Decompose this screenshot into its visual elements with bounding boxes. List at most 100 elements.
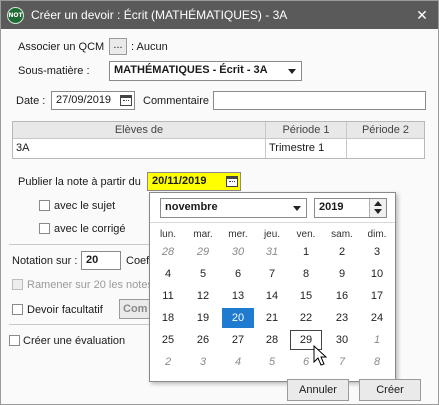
students-table: Elèves de Période 1 Période 2 3A Trimest…: [12, 121, 425, 159]
calendar-day[interactable]: 18: [152, 308, 184, 328]
qcm-select-button[interactable]: ...: [109, 38, 127, 55]
calendar-day[interactable]: 11: [152, 286, 184, 306]
calendar-icon[interactable]: [226, 176, 238, 187]
calendar-day[interactable]: 12: [187, 286, 219, 306]
creer-evaluation-checkbox[interactable]: [9, 335, 20, 346]
date-value: 27/09/2019: [56, 94, 112, 106]
weekday-label: lun.: [159, 229, 177, 240]
calendar-day[interactable]: 30: [222, 242, 254, 262]
ramener-checkbox[interactable]: [12, 279, 23, 290]
calendar-day[interactable]: 14: [256, 286, 288, 306]
coef-label: Coef: [126, 255, 150, 267]
sous-matiere-value: MATHÉMATIQUES - Écrit - 3A: [114, 64, 268, 76]
sous-matiere-label: Sous-matière :: [18, 65, 90, 77]
table-cell-periode-1[interactable]: Trimestre 1: [266, 139, 347, 158]
month-value: novembre: [165, 201, 218, 213]
date-label: Date :: [16, 95, 46, 107]
column-header-eleves[interactable]: Elèves de: [13, 122, 266, 139]
chevron-down-icon: [288, 69, 296, 74]
calendar-day[interactable]: 25: [152, 330, 184, 350]
commentaire-field[interactable]: [213, 91, 426, 110]
calendar-day[interactable]: 24: [361, 308, 393, 328]
table-cell-periode-2[interactable]: [347, 139, 424, 158]
weekday-label: jeu.: [263, 229, 281, 240]
qcm-value: : Aucun: [131, 41, 168, 53]
calendar-day[interactable]: 7: [326, 352, 358, 372]
calendar-day[interactable]: 29: [187, 242, 219, 262]
year-value: 2019: [319, 201, 344, 213]
avec-sujet-label: avec le sujet: [54, 200, 116, 212]
calendar-day[interactable]: 8: [290, 264, 322, 284]
calendar-day[interactable]: 4: [222, 352, 254, 372]
weekday-label: mar.: [193, 229, 213, 240]
calendar-day[interactable]: 21: [256, 308, 288, 328]
divider: [9, 244, 149, 245]
divider: [9, 324, 149, 325]
publish-label: Publier la note à partir du: [18, 176, 141, 188]
calendar-day[interactable]: 3: [187, 352, 219, 372]
column-header-periode-1[interactable]: Période 1: [266, 122, 347, 139]
calendar-day[interactable]: 15: [290, 286, 322, 306]
window-title: Créer un devoir : Écrit (MATHÉMATIQUES) …: [31, 8, 288, 22]
publish-date-value: 20/11/2019: [152, 175, 207, 187]
qcm-label: Associer un QCM: [18, 41, 105, 53]
spinner-arrows-icon[interactable]: [369, 199, 386, 217]
divider: [150, 222, 395, 223]
calendar-day[interactable]: 9: [326, 264, 358, 284]
calendar-day[interactable]: 13: [222, 286, 254, 306]
devoir-facultatif-checkbox[interactable]: [12, 304, 23, 315]
mouse-pointer-icon: [313, 345, 327, 366]
table-cell-class[interactable]: 3A: [13, 139, 266, 158]
commentaire-label: Commentaire :: [143, 95, 216, 107]
title-bar: NOT Créer un devoir : Écrit (MATHÉMATIQU…: [1, 1, 438, 29]
creer-evaluation-label: Créer une évaluation: [23, 335, 126, 347]
calendar-day[interactable]: 5: [256, 352, 288, 372]
calendar-day[interactable]: 1: [290, 242, 322, 262]
calendar-day[interactable]: 8: [361, 352, 393, 372]
calendar-day[interactable]: 5: [187, 264, 219, 284]
weekday-label: mer.: [228, 229, 248, 240]
calendar-day[interactable]: 3: [361, 242, 393, 262]
cancel-button[interactable]: Annuler: [287, 379, 349, 401]
month-select[interactable]: novembre: [160, 198, 307, 218]
calendar-day[interactable]: 2: [326, 242, 358, 262]
calendar-day[interactable]: 28: [152, 242, 184, 262]
app-logo: NOT: [7, 7, 24, 24]
calendar-day[interactable]: 20: [222, 308, 254, 328]
calendar-day[interactable]: 10: [361, 264, 393, 284]
weekday-label: ven.: [296, 229, 316, 240]
calendar-day[interactable]: 23: [326, 308, 358, 328]
dialog-window: NOT Créer un devoir : Écrit (MATHÉMATIQU…: [0, 0, 439, 405]
calendar-day[interactable]: 7: [256, 264, 288, 284]
notation-value: 20: [86, 254, 99, 266]
avec-sujet-checkbox[interactable]: [39, 200, 50, 211]
ramener-label: Ramener sur 20 les notes: [27, 279, 153, 291]
calendar-day[interactable]: 22: [290, 308, 322, 328]
calendar-day[interactable]: 31: [256, 242, 288, 262]
calendar-day[interactable]: 16: [326, 286, 358, 306]
calendar-day[interactable]: 19: [187, 308, 219, 328]
chevron-down-icon: [293, 206, 301, 211]
notation-label: Notation sur :: [12, 255, 78, 267]
create-button[interactable]: Créer: [359, 379, 421, 401]
calendar-day[interactable]: 4: [152, 264, 184, 284]
calendar-day[interactable]: 1: [361, 330, 393, 350]
notation-field[interactable]: 20: [81, 251, 121, 270]
column-header-periode-2[interactable]: Période 2: [347, 122, 424, 139]
calendar-day[interactable]: 26: [187, 330, 219, 350]
calendar-day[interactable]: 28: [256, 330, 288, 350]
com-button[interactable]: Com: [119, 299, 151, 319]
sous-matiere-select[interactable]: MATHÉMATIQUES - Écrit - 3A: [109, 61, 302, 81]
weekday-label: dim.: [367, 229, 387, 240]
calendar-day[interactable]: 6: [222, 264, 254, 284]
devoir-facultatif-label: Devoir facultatif: [27, 304, 103, 316]
calendar-day[interactable]: 17: [361, 286, 393, 306]
calendar-day[interactable]: 30: [326, 330, 358, 350]
calendar-day[interactable]: 27: [222, 330, 254, 350]
calendar-day[interactable]: 2: [152, 352, 184, 372]
avec-corrige-label: avec le corrigé: [54, 223, 126, 235]
close-button[interactable]: ✕: [413, 6, 431, 24]
avec-corrige-checkbox[interactable]: [39, 223, 50, 234]
weekday-label: sam.: [331, 229, 353, 240]
calendar-icon[interactable]: [120, 95, 132, 106]
